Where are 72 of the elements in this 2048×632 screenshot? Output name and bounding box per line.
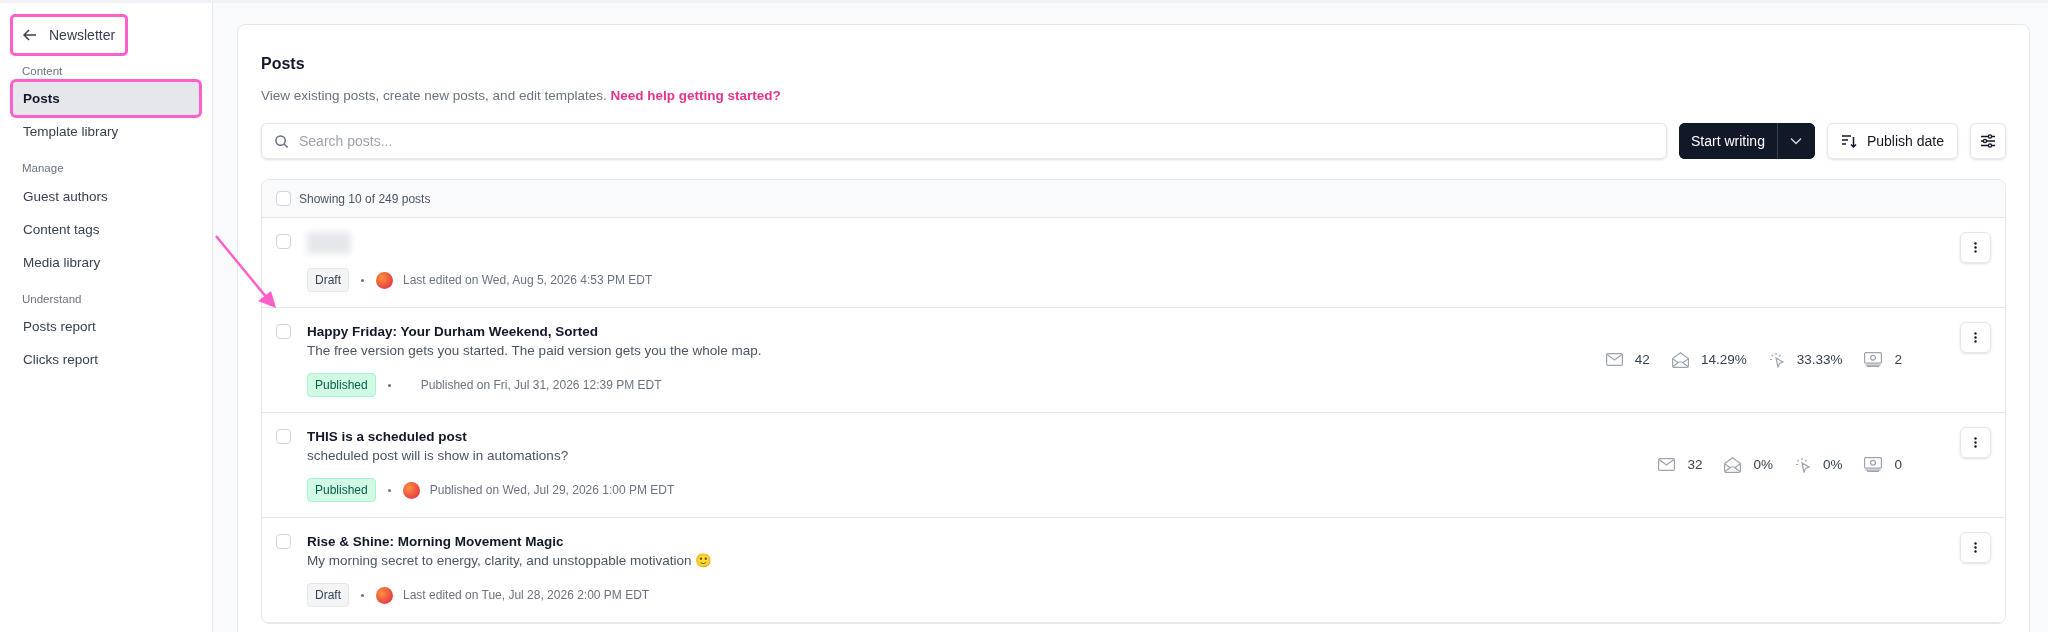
post-row[interactable]: Draft Last edited on Wed, Aug 5, 2026 4:53 PM EDT: [262, 218, 2005, 309]
more-options-button[interactable]: [1960, 532, 1991, 564]
vertical-dots-icon: [1974, 437, 1977, 449]
filter-button[interactable]: [1970, 123, 2006, 160]
vertical-dots-icon: [1974, 332, 1977, 344]
sidebar-item[interactable]: Posts report: [13, 309, 199, 343]
post-meta: Last edited on Wed, Aug 5, 2026 4:53 PM EDT: [403, 272, 653, 290]
section-heading: Content: [21, 64, 64, 79]
page-description: View existing posts, create new posts, and edit templates. Need help getting started?: [261, 87, 782, 105]
post-row[interactable]: THIS is a scheduled post scheduled post will is show in automations? Published Published on Wed, Jul 29, 2026 1:00 PM EDT 32 0% 0% 0: [262, 413, 2005, 519]
sidebar-item[interactable]: Content tags: [13, 212, 199, 246]
open-envelope-icon: [1724, 456, 1742, 473]
sidebar-item[interactable]: Posts: [13, 82, 199, 116]
help-link[interactable]: Need help getting started?: [610, 88, 781, 103]
post-subtitle: scheduled post will is show in automations?: [307, 447, 570, 466]
open-envelope-icon: [1671, 351, 1689, 368]
post-meta: Published on Wed, Jul 29, 2026 1:00 PM EDT: [429, 482, 675, 500]
stat-value: 2: [1894, 350, 1902, 369]
post-meta: Published on Fri, Jul 31, 2026 12:39 PM EDT: [420, 377, 662, 395]
sidebar-item[interactable]: Guest authors: [13, 179, 199, 213]
sidebar-item[interactable]: Template library: [13, 115, 199, 149]
more-options-button[interactable]: [1960, 322, 1991, 354]
row-checkbox[interactable]: [276, 429, 291, 445]
select-all-checkbox[interactable]: [276, 191, 291, 207]
sort-button[interactable]: Publish date: [1826, 123, 1958, 160]
post-row[interactable]: Happy Friday: Your Durham Weekend, Sorted The free version gets you started. The paid version gets you the whole map. Published Published on Fri, Jul 31, 2026 12:39 PM EDT 42 14.29% 33.33% 2: [262, 308, 2005, 414]
row-checkbox[interactable]: [276, 324, 291, 340]
stat-value: 0: [1894, 455, 1902, 474]
cursor-click-icon: [1768, 351, 1785, 368]
post-title[interactable]: Happy Friday: Your Durham Weekend, Sorted: [307, 322, 1606, 342]
vertical-dots-icon: [1974, 242, 1977, 254]
banknote-icon: [1864, 457, 1883, 473]
stat-value: 0%: [1822, 455, 1843, 474]
envelope-icon: [1658, 458, 1676, 472]
search-field[interactable]: Search posts...: [261, 123, 1667, 160]
sidebar-item[interactable]: Media library: [13, 245, 199, 279]
post-row[interactable]: Rise & Shine: Morning Movement Magic My morning secret to energy, clarity, and unstoppable motivation 🙂 Draft Last edited on Tue, Jul 28, 2026 2:00 PM EDT: [262, 518, 2005, 624]
status-badge: Draft: [307, 583, 349, 608]
page-title: Posts: [261, 54, 306, 74]
more-options-button[interactable]: [1960, 427, 1991, 459]
post-meta: Last edited on Tue, Jul 28, 2026 2:00 PM EDT: [403, 587, 650, 605]
vertical-dots-icon: [1974, 542, 1977, 554]
sidebar-item[interactable]: Clicks report: [13, 342, 199, 376]
row-checkbox[interactable]: [276, 534, 291, 550]
status-badge: Published: [307, 478, 376, 503]
status-badge: Published: [307, 373, 376, 398]
stat-value: 42: [1634, 350, 1650, 369]
start-writing-dropdown-button[interactable]: [1776, 123, 1815, 160]
stat-value: 32: [1687, 455, 1703, 474]
posts-count: Showing 10 of 249 posts: [299, 190, 431, 208]
post-title[interactable]: Rise & Shine: Morning Movement Magic: [307, 532, 1960, 552]
search-icon: [274, 133, 289, 149]
banknote-icon: [1864, 352, 1883, 368]
back-arrow-icon: [23, 29, 37, 41]
section-heading: Manage: [21, 161, 65, 177]
section-heading: Understand: [21, 291, 83, 307]
row-checkbox[interactable]: [276, 234, 291, 250]
cursor-click-icon: [1794, 456, 1811, 473]
more-options-button[interactable]: [1960, 232, 1991, 264]
sort-descending-icon: [1840, 134, 1857, 149]
status-badge: Draft: [307, 268, 349, 293]
stat-value: 33.33%: [1796, 350, 1843, 369]
back-link[interactable]: Newsletter: [13, 17, 126, 53]
post-subtitle: The free version gets you started. The paid version gets you the whole map.: [307, 342, 763, 361]
search-input[interactable]: Search posts...: [299, 130, 1654, 152]
post-title[interactable]: THIS is a scheduled post: [307, 427, 1659, 447]
sliders-icon: [1980, 134, 1996, 149]
chevron-down-icon: [1790, 137, 1803, 146]
envelope-icon: [1605, 353, 1623, 367]
post-subtitle: My morning secret to energy, clarity, and unstoppable motivation 🙂: [307, 552, 714, 571]
stat-value: 0%: [1753, 455, 1773, 474]
stat-value: 14.29%: [1700, 350, 1747, 369]
